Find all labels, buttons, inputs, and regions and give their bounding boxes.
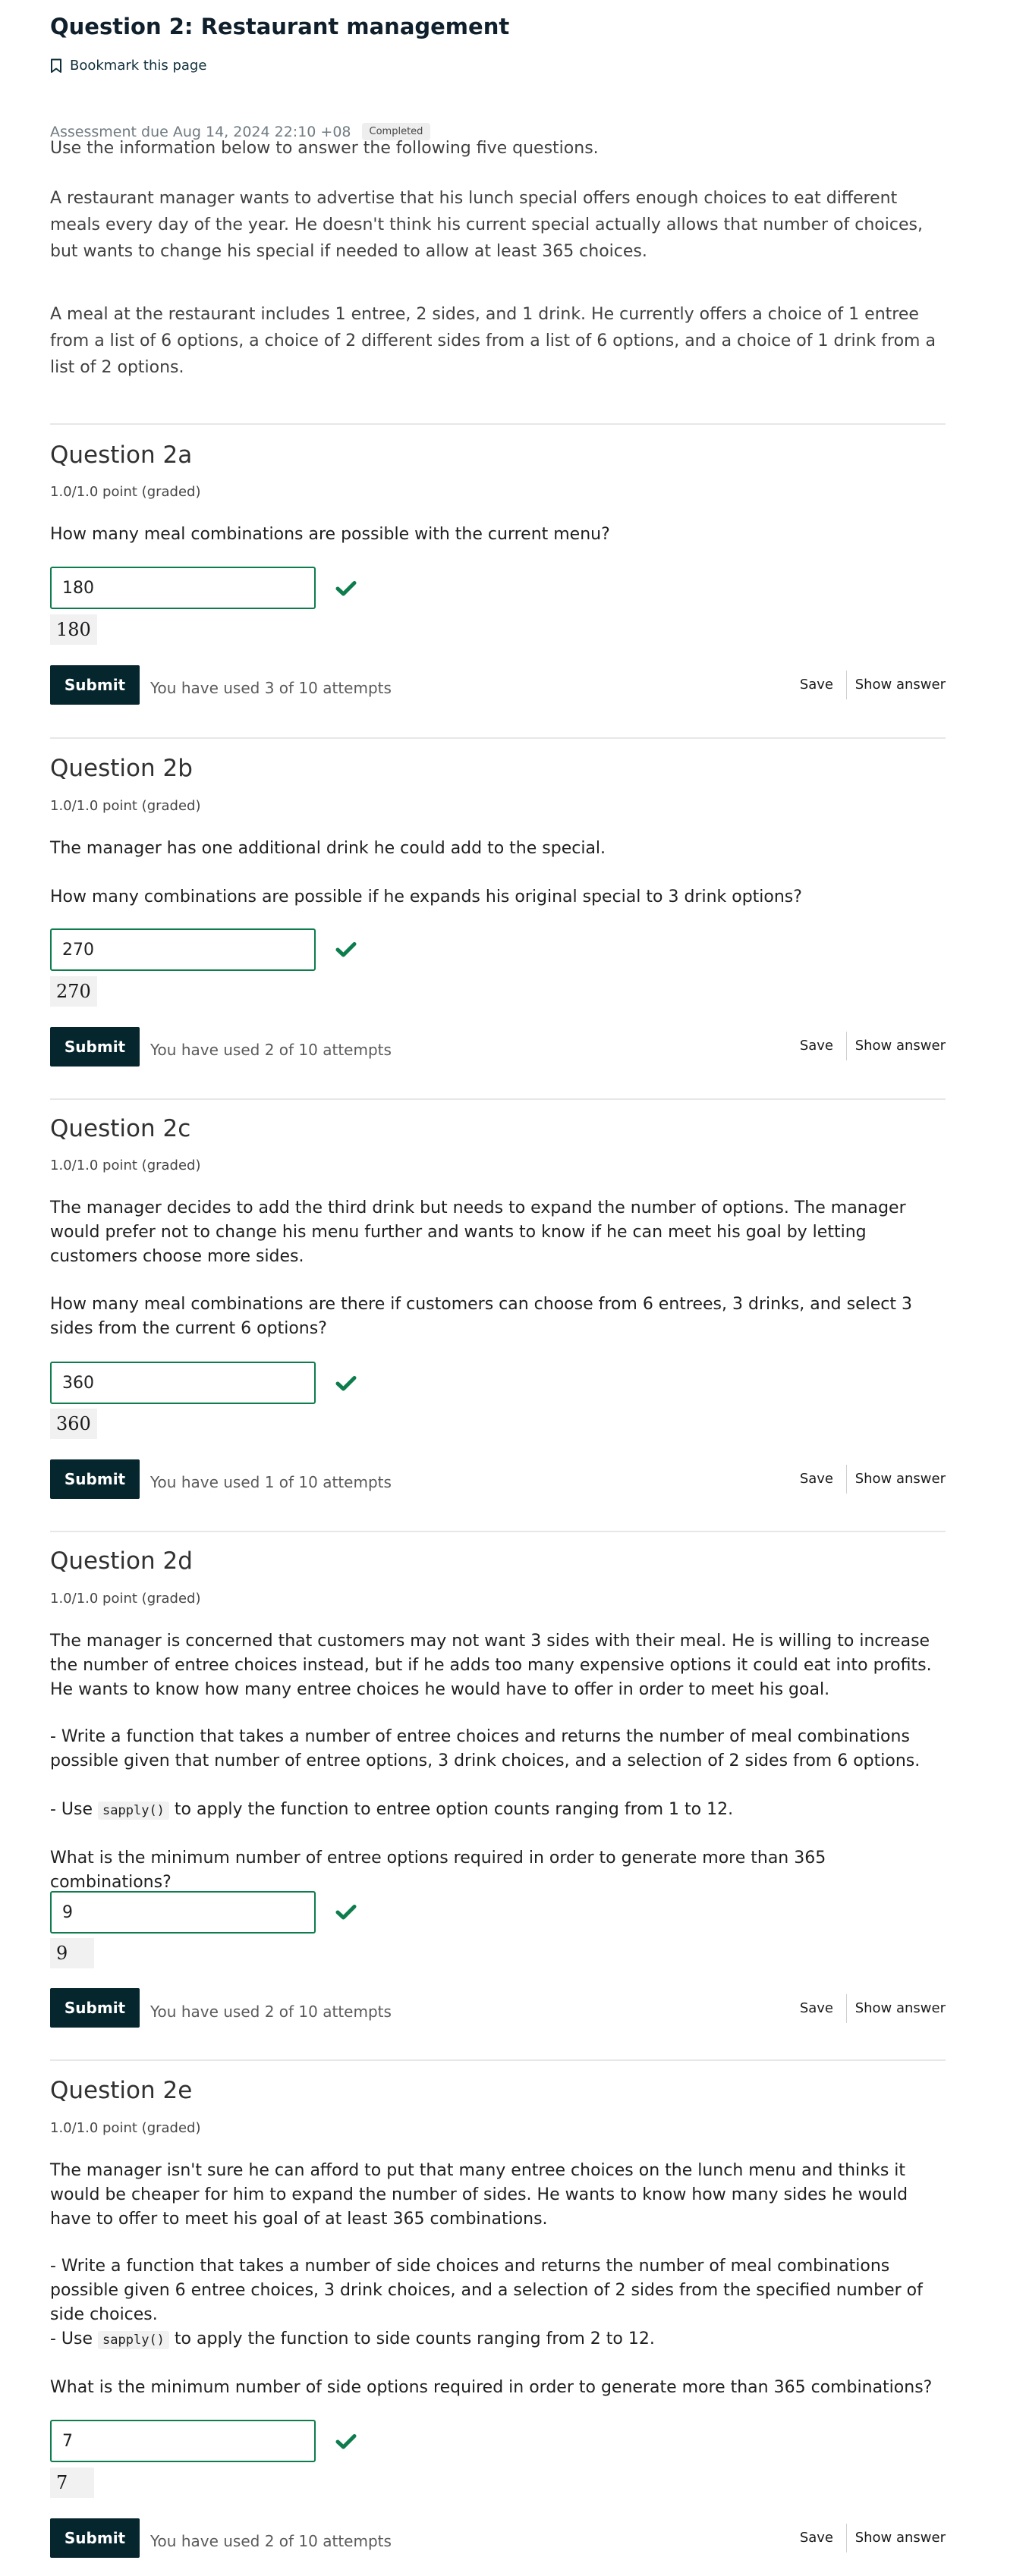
save-button[interactable]: Save <box>800 677 833 693</box>
section-divider <box>50 423 946 425</box>
answer-preview: 9 <box>50 1938 94 1968</box>
bullet-text: to apply the function to entree option c… <box>174 1800 734 1819</box>
submit-button[interactable]: Submit <box>50 2518 140 2558</box>
question-prompt: How many combinations are possible if he… <box>50 887 802 906</box>
attempts-text: You have used 2 of 10 attempts <box>150 2532 392 2550</box>
question-context: The manager decides to add the third dri… <box>50 1198 906 1266</box>
submit-button[interactable]: Submit <box>50 1459 140 1499</box>
save-button[interactable]: Save <box>800 1038 833 1054</box>
section-divider <box>50 1531 946 1532</box>
question-points: 1.0/1.0 point (graded) <box>50 2120 201 2136</box>
action-separator <box>846 1994 847 2023</box>
answer-input[interactable] <box>50 928 316 971</box>
section-divider <box>50 737 946 739</box>
correct-check-icon <box>335 1905 357 1920</box>
page-title: Question 2: Restaurant management <box>50 14 510 39</box>
show-answer-button[interactable]: Show answer <box>855 2530 946 2546</box>
correct-check-icon <box>335 2434 357 2449</box>
question-bullet: - Use sapply() to apply the function to … <box>50 2327 946 2352</box>
answer-input[interactable] <box>50 1891 316 1934</box>
question-context: The manager has one additional drink he … <box>50 839 606 858</box>
show-answer-button[interactable]: Show answer <box>855 1471 946 1487</box>
inline-code: sapply() <box>98 2331 169 2349</box>
question-points: 1.0/1.0 point (graded) <box>50 798 201 814</box>
question-context: The manager is concerned that customers … <box>50 1632 932 1699</box>
show-answer-button[interactable]: Show answer <box>855 2000 946 2016</box>
correct-check-icon <box>335 942 357 957</box>
answer-preview: 180 <box>50 614 97 645</box>
action-separator <box>846 671 847 699</box>
submit-button[interactable]: Submit <box>50 1027 140 1067</box>
inline-code: sapply() <box>98 1802 169 1820</box>
bullet-text: to apply the function to side counts ran… <box>174 2329 655 2348</box>
question-bullet: - Write a function that takes a number o… <box>50 1727 921 1770</box>
question-points: 1.0/1.0 point (graded) <box>50 1591 201 1607</box>
bookmark-icon <box>51 58 61 73</box>
attempts-text: You have used 3 of 10 attempts <box>150 679 392 697</box>
intro-paragraph-2: A restaurant manager wants to advertise … <box>50 189 923 261</box>
attempts-text: You have used 2 of 10 attempts <box>150 1041 392 1059</box>
answer-input[interactable] <box>50 2420 316 2462</box>
question-prompt: How many meal combinations are there if … <box>50 1295 912 1338</box>
answer-input[interactable] <box>50 567 316 609</box>
bookmark-label: Bookmark this page <box>70 58 207 74</box>
question-prompt: What is the minimum number of side optio… <box>50 2378 933 2397</box>
answer-preview: 360 <box>50 1409 97 1439</box>
action-separator <box>846 2524 847 2552</box>
answer-input[interactable] <box>50 1362 316 1404</box>
question-title: Question 2a <box>50 441 193 469</box>
page: Question 2: Restaurant management Bookma… <box>0 0 1026 2576</box>
show-answer-button[interactable]: Show answer <box>855 1038 946 1054</box>
question-prompt: What is the minimum number of entree opt… <box>50 1849 826 1892</box>
question-points: 1.0/1.0 point (graded) <box>50 484 201 500</box>
answer-preview: 7 <box>50 2468 94 2498</box>
question-bullet: - Use sapply() to apply the function to … <box>50 1798 946 1823</box>
question-context: The manager isn't sure he can afford to … <box>50 2161 908 2229</box>
question-title: Question 2c <box>50 1115 191 1142</box>
bullet-text: - Use <box>50 1800 93 1819</box>
question-title: Question 2b <box>50 755 193 782</box>
action-separator <box>846 1465 847 1494</box>
attempts-text: You have used 2 of 10 attempts <box>150 2003 392 2021</box>
question-bullet: - Write a function that takes a number o… <box>50 2257 923 2324</box>
correct-check-icon <box>335 1376 357 1391</box>
answer-preview: 270 <box>50 976 97 1007</box>
question-title: Question 2e <box>50 2077 193 2104</box>
section-divider <box>50 2059 946 2061</box>
action-separator <box>846 1032 847 1060</box>
intro-paragraph-1: Use the information below to answer the … <box>50 139 599 158</box>
bullet-text: - Use <box>50 2329 93 2348</box>
submit-button[interactable]: Submit <box>50 665 140 705</box>
question-points: 1.0/1.0 point (graded) <box>50 1158 201 1173</box>
save-button[interactable]: Save <box>800 2530 833 2546</box>
question-title: Question 2d <box>50 1547 193 1575</box>
section-divider <box>50 1098 946 1100</box>
question-prompt: How many meal combinations are possible … <box>50 525 610 544</box>
bookmark-button[interactable]: Bookmark this page <box>50 58 206 74</box>
attempts-text: You have used 1 of 10 attempts <box>150 1473 392 1491</box>
submit-button[interactable]: Submit <box>50 1988 140 2028</box>
save-button[interactable]: Save <box>800 2000 833 2016</box>
intro-paragraph-3: A meal at the restaurant includes 1 entr… <box>50 305 936 377</box>
save-button[interactable]: Save <box>800 1471 833 1487</box>
show-answer-button[interactable]: Show answer <box>855 677 946 693</box>
correct-check-icon <box>335 581 357 596</box>
